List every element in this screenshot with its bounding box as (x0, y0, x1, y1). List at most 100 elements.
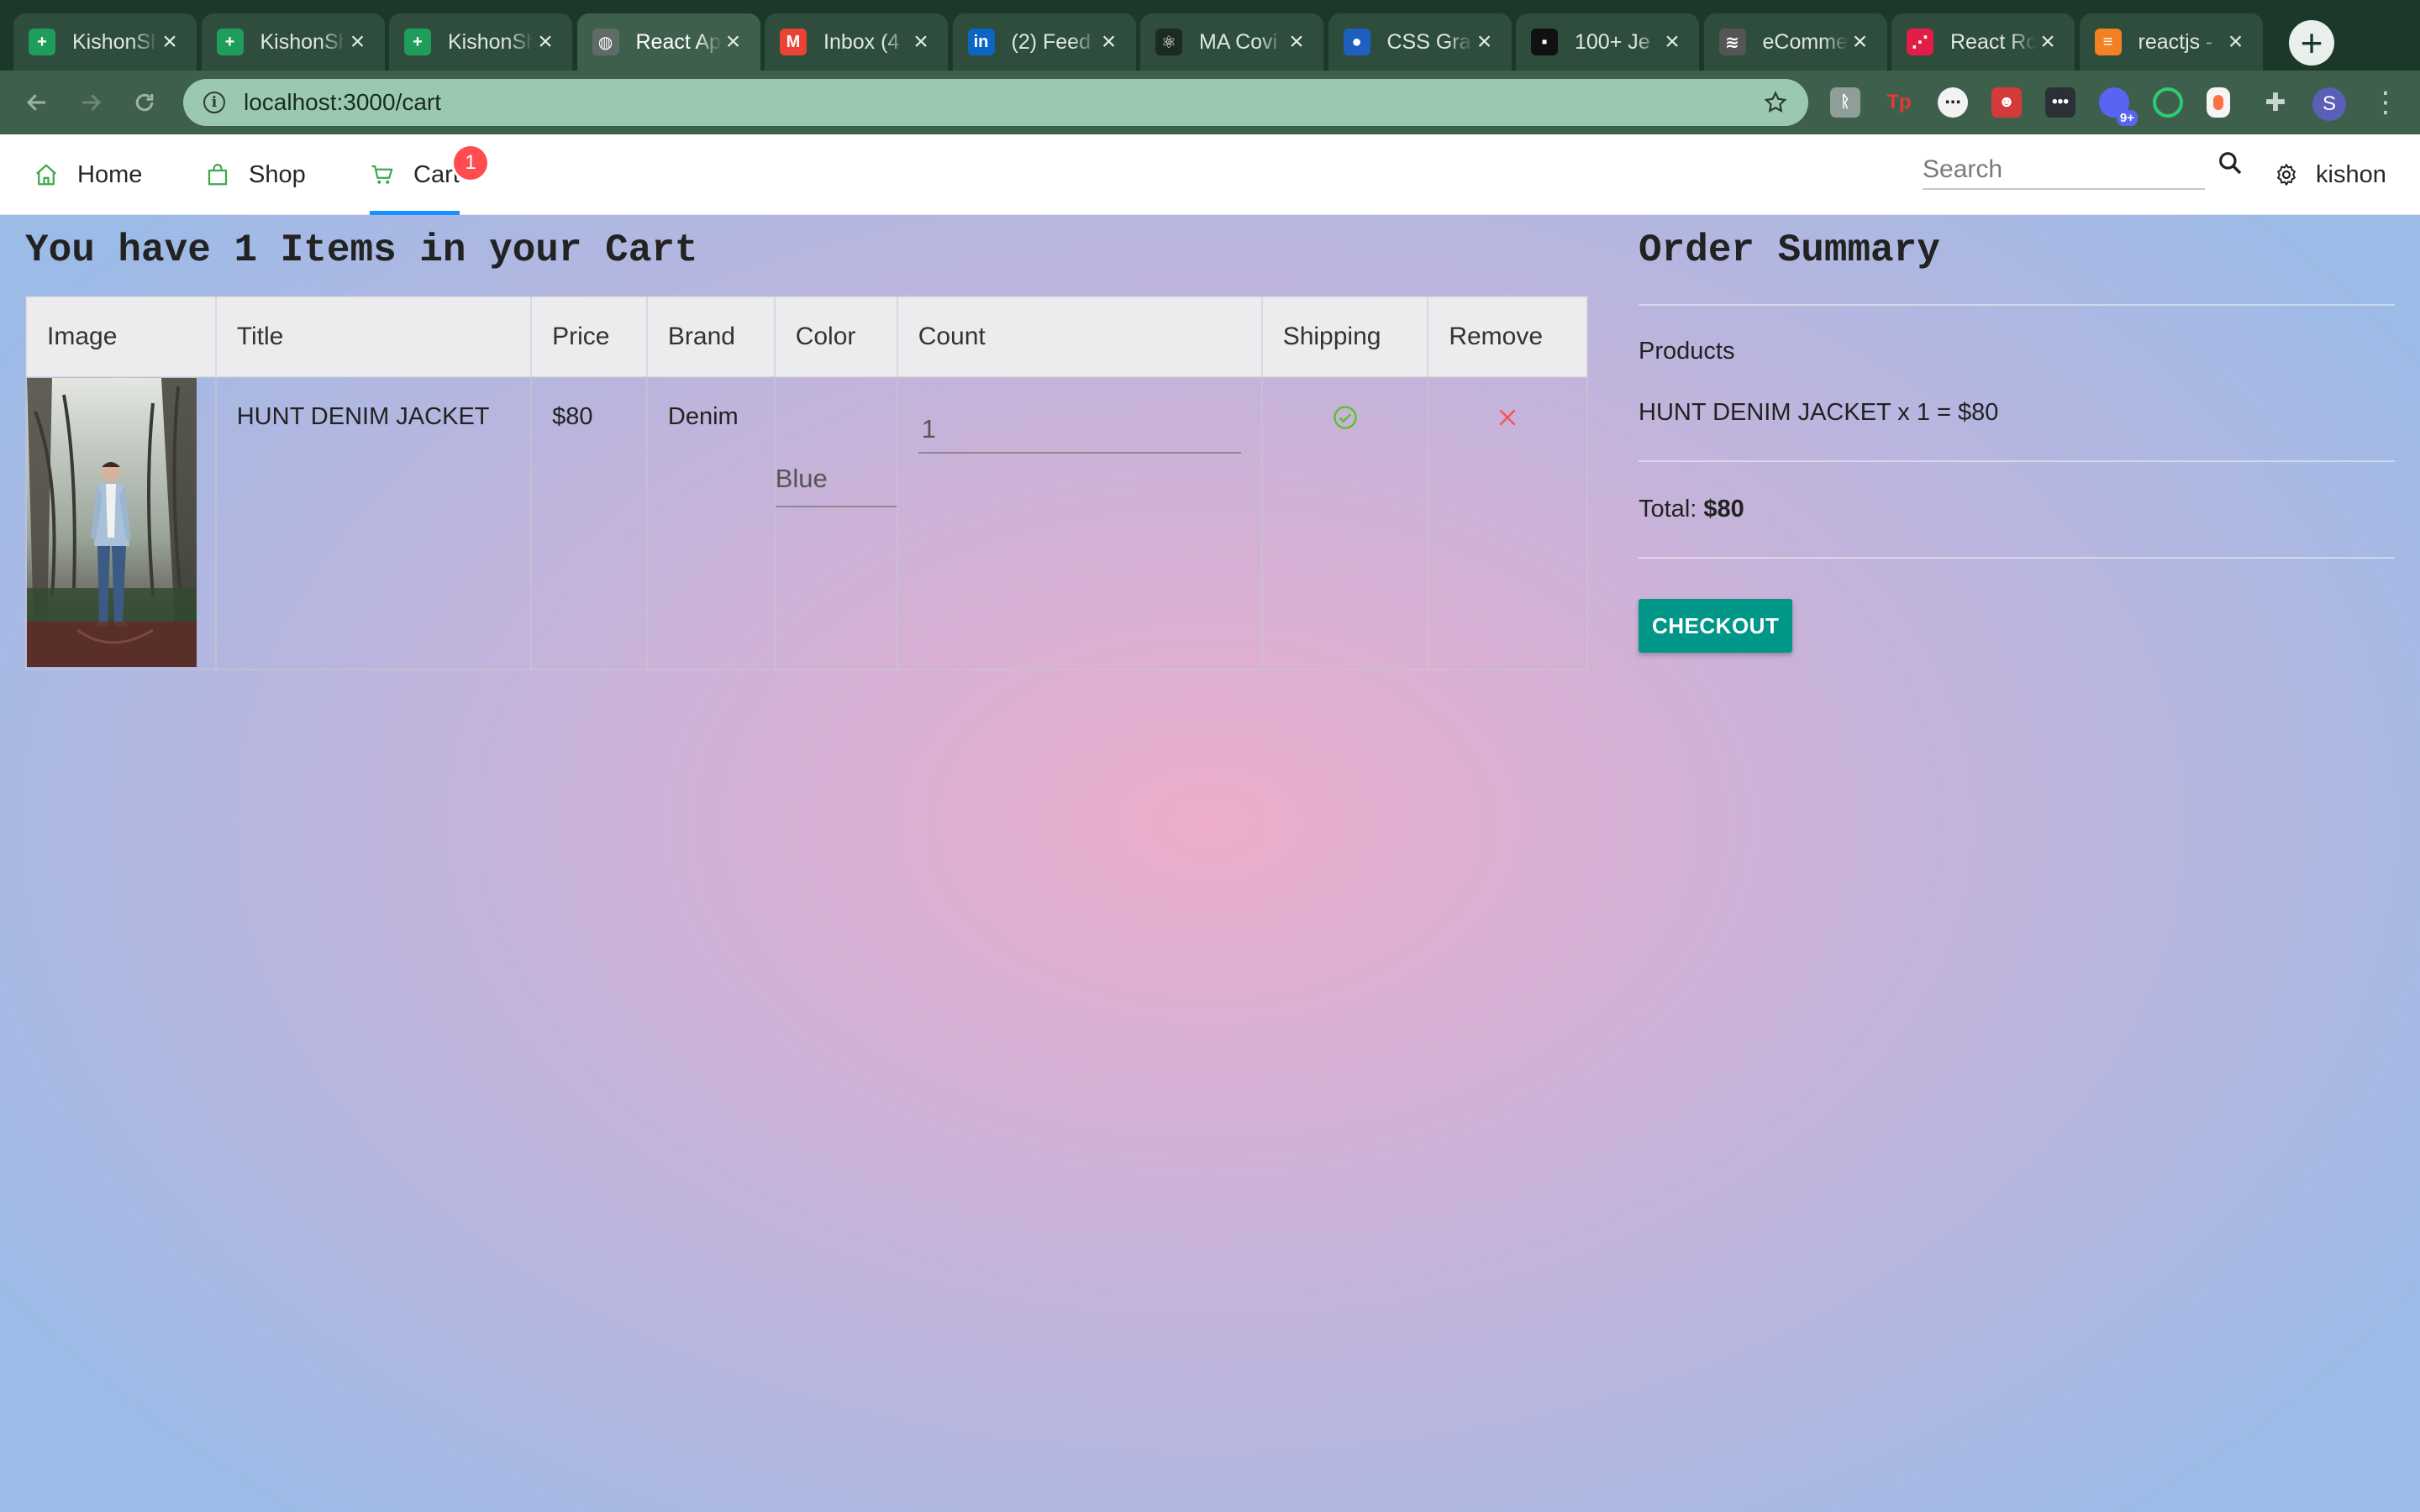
account-menu[interactable]: kishon (2274, 134, 2386, 215)
reload-icon (135, 93, 154, 112)
tab-close-icon[interactable]: × (1285, 28, 1308, 56)
stackoverflow-icon: ≡ (2094, 29, 2122, 55)
tab-close-icon[interactable]: × (1097, 28, 1121, 56)
tab-close-icon[interactable]: × (346, 28, 370, 56)
address-bar[interactable]: i localhost:3000/cart (183, 79, 1808, 126)
quantity-input[interactable] (918, 407, 1241, 454)
check-circle-icon (1333, 406, 1357, 429)
info-icon[interactable]: i (203, 92, 225, 113)
color-select[interactable]: Blue (775, 459, 897, 507)
app-navbar: Home Shop Cart 1 kishon (0, 134, 2420, 215)
tab-close-icon[interactable]: × (534, 28, 557, 56)
extension-icon[interactable]: ••• (2045, 87, 2075, 118)
tab-close-icon[interactable]: × (2036, 28, 2060, 56)
browser-tab[interactable]: ● CSS Gra × (1328, 13, 1512, 71)
search-icon[interactable] (2217, 150, 2244, 176)
extension-icon[interactable] (2153, 87, 2183, 118)
extension-icon[interactable] (2207, 87, 2230, 118)
product-count-cell (896, 376, 1263, 670)
browser-tab[interactable]: + KishonSh × (13, 13, 197, 71)
cart-heading: You have 1 Items in your Cart (25, 228, 698, 272)
kebab-menu-icon[interactable]: ⋮ (2371, 86, 2400, 119)
browser-tab[interactable]: in (2) Feed × (952, 13, 1136, 71)
page-content: Home Shop Cart 1 kishon You have 1 Items… (0, 134, 2420, 1512)
tab-close-icon[interactable]: × (158, 28, 182, 56)
google-sheets-icon: + (29, 29, 55, 55)
product-brand: Denim (645, 376, 776, 670)
arrow-right-icon (82, 94, 102, 111)
column-header: Color (773, 296, 898, 378)
column-header: Count (896, 296, 1263, 378)
profile-avatar[interactable]: S (2312, 87, 2346, 121)
browser-tab[interactable]: + KishonSh × (389, 13, 572, 71)
tab-close-icon[interactable]: × (1660, 28, 1684, 56)
tab-title: React Ro (1950, 29, 2036, 54)
shopping-bag-icon (208, 164, 228, 186)
remove-cell (1427, 376, 1588, 670)
tab-close-icon[interactable]: × (2224, 28, 2248, 56)
extension-badge: 9+ (2116, 110, 2138, 126)
tab-close-icon[interactable]: × (909, 28, 933, 56)
reload-button[interactable] (124, 82, 165, 123)
tab-title: eComme (1762, 29, 1848, 54)
browser-tab[interactable]: ⋰ React Ro × (1891, 13, 2075, 71)
cart-table: Image Title Price Brand Color Count Ship… (25, 296, 1588, 670)
total-label: Total: (1639, 496, 1697, 522)
google-sheets-icon: + (404, 29, 431, 55)
tab-title: (2) Feed (1011, 29, 1091, 54)
tab-title: reactjs - (2138, 29, 2213, 54)
column-header: Image (25, 296, 217, 378)
react-icon: ⚛ (1155, 29, 1182, 55)
forward-button[interactable] (71, 82, 111, 123)
column-header: Price (530, 296, 648, 378)
tab-title: KishonSh (448, 29, 534, 54)
tab-close-icon[interactable]: × (722, 28, 745, 56)
product-image (27, 378, 197, 667)
browser-tab[interactable]: ⚛ MA Covi × (1140, 13, 1323, 71)
product-image-cell (25, 376, 217, 670)
browser-tab[interactable]: ▪ 100+ Je × (1516, 13, 1699, 71)
order-total: Total: $80 (1639, 462, 2395, 559)
tab-title: KishonSh (260, 29, 346, 54)
column-header: Brand (645, 296, 776, 378)
globe-icon: ◍ (592, 29, 619, 55)
product-price: $80 (530, 376, 648, 670)
react-router-icon: ⋰ (1907, 29, 1933, 55)
arrow-left-icon (26, 94, 45, 111)
new-tab-button[interactable]: + (2289, 20, 2334, 66)
nav-cart[interactable]: Cart (370, 134, 460, 215)
extension-icon[interactable]: ☻ (1991, 87, 2022, 118)
linkedin-icon: in (967, 29, 995, 55)
browser-tab[interactable]: + KishonSh × (201, 13, 385, 71)
home-icon (36, 164, 56, 186)
back-button[interactable] (17, 82, 57, 123)
bookmark-star-icon[interactable] (1763, 90, 1788, 115)
tab-title: MA Covi (1199, 29, 1278, 54)
tab-close-icon[interactable]: × (1849, 28, 1872, 56)
tab-title: 100+ Je (1575, 29, 1650, 54)
product-color-cell: Blue (773, 376, 898, 670)
unsplash-icon: ▪ (1531, 29, 1558, 55)
extension-icon[interactable]: Tp (1884, 87, 1914, 118)
order-summary: Order Summary Products HUNT DENIM JACKET… (1639, 228, 2395, 653)
shopping-cart-icon (371, 165, 393, 184)
nav-home[interactable]: Home (34, 134, 142, 215)
squarespace-icon: ≋ (1718, 29, 1746, 55)
browser-tab[interactable]: ◍ React App× (576, 13, 760, 71)
close-icon[interactable] (1497, 407, 1518, 428)
search-input[interactable] (1923, 151, 2205, 190)
browser-tab[interactable]: M Inbox (4 × (765, 13, 948, 71)
url-text[interactable]: localhost:3000/cart (244, 89, 1763, 116)
extension-icon[interactable]: 9+ (2099, 87, 2138, 126)
tab-close-icon[interactable]: × (1473, 28, 1497, 56)
shipping-cell (1260, 376, 1429, 670)
tab-title: Inbox (4 (823, 29, 900, 54)
google-sheets-icon: + (216, 29, 244, 55)
browser-tab[interactable]: ≡ reactjs - × (2079, 13, 2263, 71)
checkout-button[interactable]: CHECKOUT (1639, 599, 1793, 653)
nav-shop[interactable]: Shop (205, 134, 306, 215)
puzzle-icon[interactable]: ✚ (2260, 87, 2291, 118)
browser-tab[interactable]: ≋ eComme × (1703, 13, 1887, 71)
extension-icon[interactable]: ⋯ (1938, 87, 1968, 118)
extension-icon[interactable]: ᚱ (1830, 87, 1860, 118)
